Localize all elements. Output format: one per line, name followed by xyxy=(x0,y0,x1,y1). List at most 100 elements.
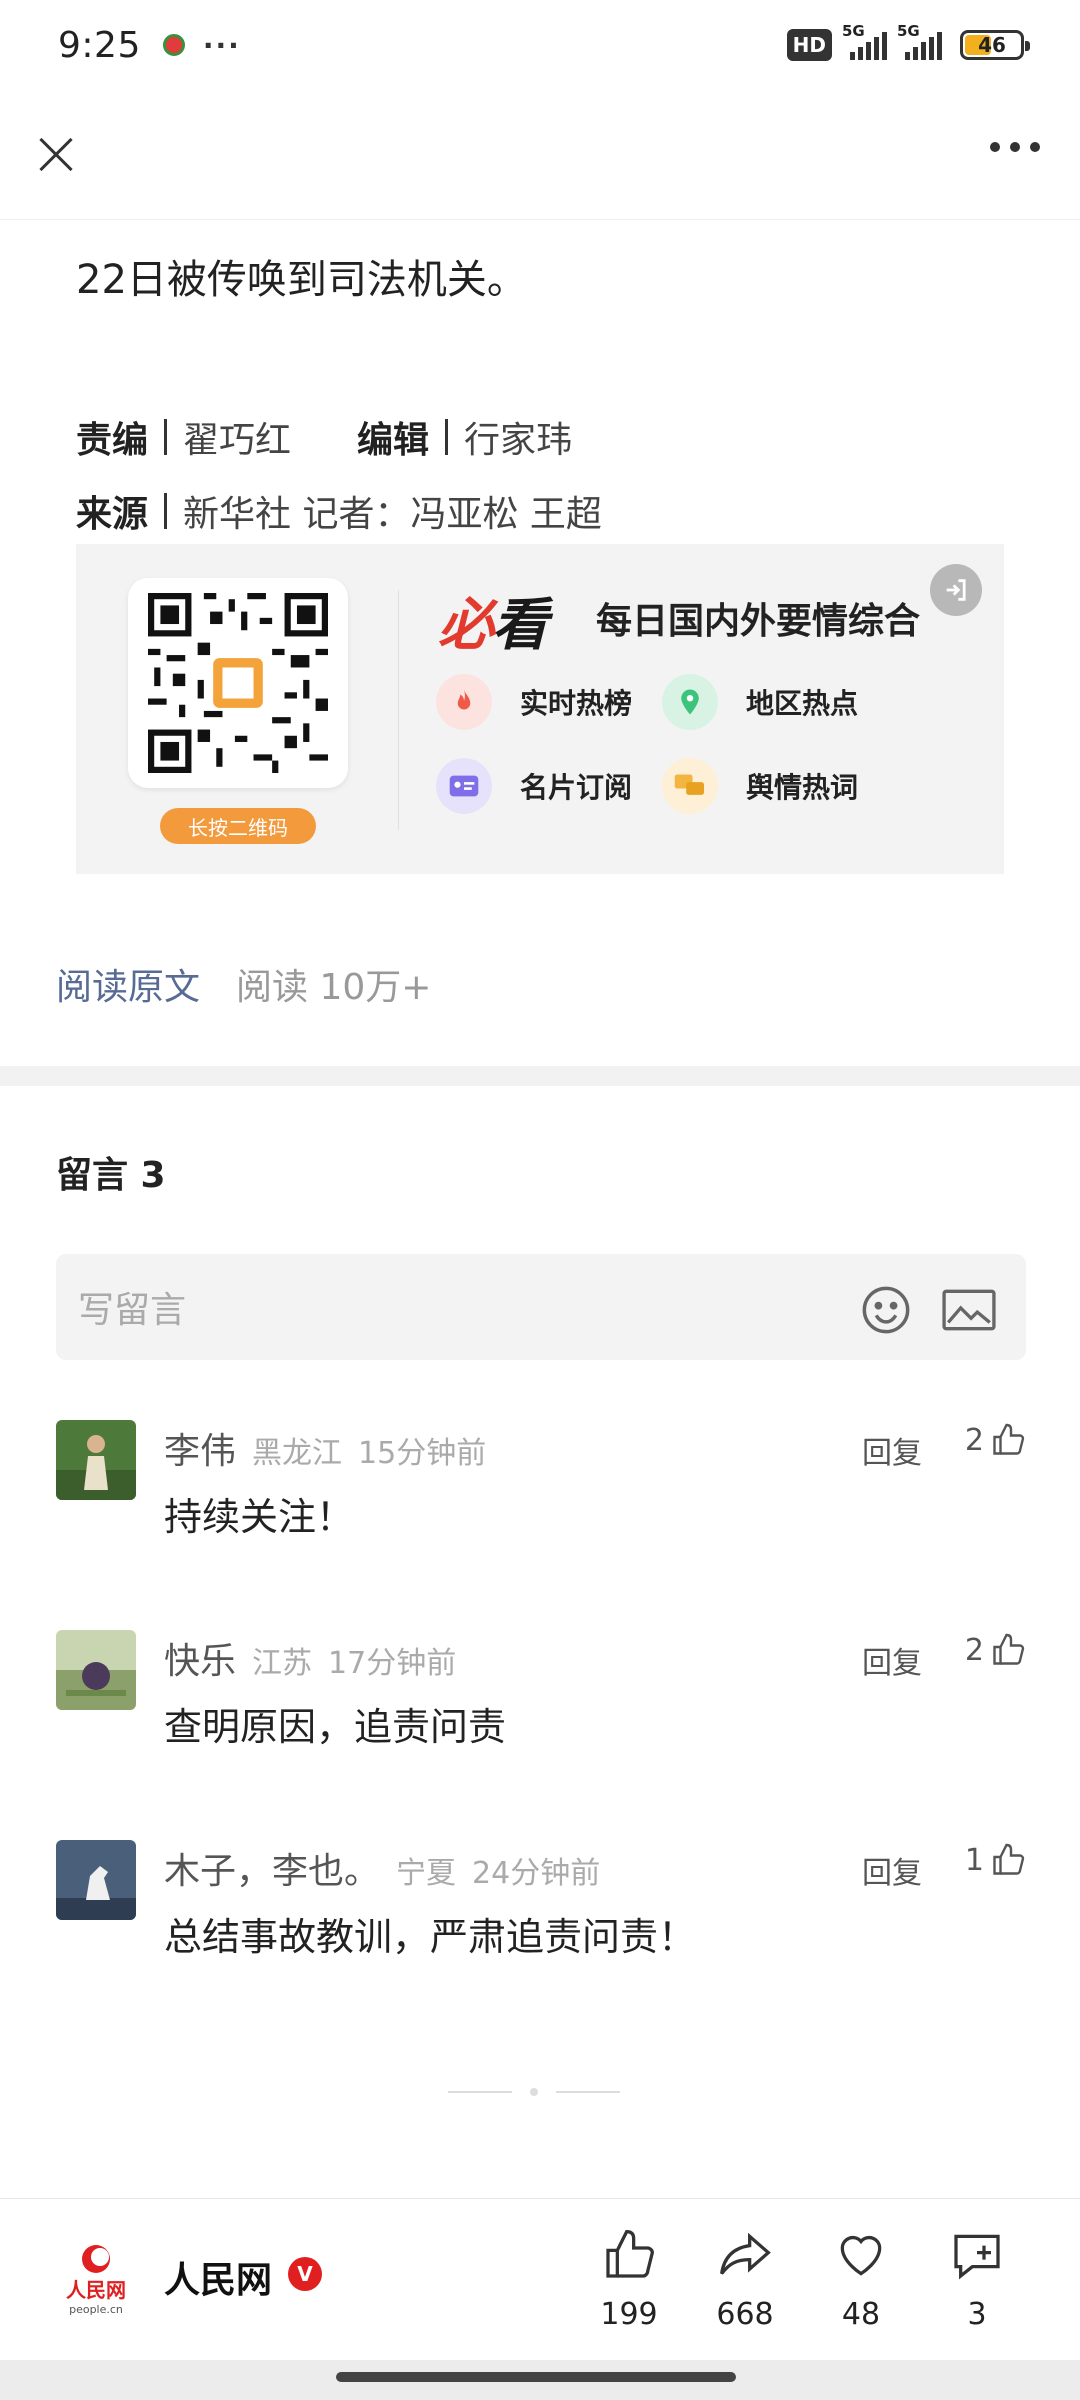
like-button[interactable]: 199 xyxy=(584,2227,674,2332)
thumbs-up-icon xyxy=(993,1843,1025,1875)
signal-icon-2: 5G xyxy=(897,22,942,60)
signal-icon-1: 5G xyxy=(842,22,887,60)
thumbs-up-icon xyxy=(993,1633,1025,1665)
share-button[interactable]: 668 xyxy=(700,2227,790,2332)
read-original-link[interactable]: 阅读原文 xyxy=(56,958,200,1010)
editor-label: 责编 xyxy=(76,420,149,461)
avatar[interactable] xyxy=(56,1840,136,1920)
app-notification-icon xyxy=(162,34,185,56)
comment-item: 木子，李也。 宁夏 24分钟前 总结事故教训，严肃追责问责！ 回复 1 xyxy=(56,1840,1026,1990)
feature-public-opinion[interactable]: 舆情热词 xyxy=(662,758,858,814)
article-body: 22日被传唤到司法机关。 责编 翟巧红 编辑 行家玮 来源 新华社 记者：冯亚松… xyxy=(76,220,1006,548)
comment-header: 李伟 黑龙江 15分钟前 xyxy=(164,1422,486,1474)
emoji-icon[interactable] xyxy=(860,1284,912,1336)
avatar[interactable] xyxy=(56,1420,136,1500)
comment-like-button[interactable]: 2 xyxy=(965,1632,1026,1668)
credit-row-editors: 责编 翟巧红 编辑 行家玮 xyxy=(76,400,1006,474)
article-paragraph: 22日被传唤到司法机关。 xyxy=(76,257,527,303)
promo-card[interactable]: 长按二维码 必看 每日国内外要情综合 实时热榜 地区热点 名片订阅 舆情热词 xyxy=(76,544,1004,874)
chat-bubbles-icon xyxy=(662,758,718,814)
promo-title: 每日国内外要情综合 xyxy=(596,601,921,642)
comment-author[interactable]: 李伟 xyxy=(164,1422,236,1474)
hd-voice-icon: HD xyxy=(786,29,832,61)
status-bar: 9:25 ··· HD 5G 5G 46 xyxy=(0,0,1080,90)
comment-time: 17分钟前 xyxy=(328,1646,457,1681)
comments-title: 留言 3 xyxy=(56,1155,166,1196)
comment-input[interactable]: 写留言 xyxy=(56,1254,1026,1360)
thumbs-up-icon xyxy=(993,1423,1025,1455)
favorite-button[interactable]: 48 xyxy=(816,2227,906,2332)
edit-label: 编辑 xyxy=(357,420,430,461)
top-nav-bar xyxy=(0,90,1080,220)
source-label: 来源 xyxy=(76,494,149,535)
like-count: 199 xyxy=(600,2297,658,2332)
fire-icon xyxy=(436,674,492,730)
feature-card-subscribe[interactable]: 名片订阅 xyxy=(436,758,632,814)
exit-icon[interactable] xyxy=(930,564,982,616)
id-card-icon xyxy=(436,758,492,814)
edit-name: 行家玮 xyxy=(464,420,573,461)
comment-like-button[interactable]: 1 xyxy=(965,1842,1026,1878)
editor-name: 翟巧红 xyxy=(183,420,292,461)
qr-long-press-button[interactable]: 长按二维码 xyxy=(160,808,316,844)
svg-text:people.cn: people.cn xyxy=(69,2303,123,2316)
comment-text: 总结事故教训，严肃追责问责！ xyxy=(164,1915,697,1959)
qr-code-image xyxy=(148,593,328,773)
image-icon[interactable] xyxy=(942,1289,996,1331)
article-credits: 责编 翟巧红 编辑 行家玮 来源 新华社 记者：冯亚松 王超 xyxy=(76,400,1006,548)
status-time: 9:25 xyxy=(58,24,141,66)
comment-region: 江苏 xyxy=(252,1646,313,1681)
location-pin-icon xyxy=(662,674,718,730)
reply-button[interactable]: 回复 xyxy=(862,1848,922,1892)
home-indicator[interactable] xyxy=(0,2360,1080,2400)
comment-count: 3 xyxy=(967,2297,987,2332)
reply-button[interactable]: 回复 xyxy=(862,1638,922,1682)
favorite-count: 48 xyxy=(841,2297,881,2332)
section-divider xyxy=(0,1066,1080,1086)
comment-header: 快乐 江苏 17分钟前 xyxy=(164,1632,456,1684)
feature-realtime-hot[interactable]: 实时热榜 xyxy=(436,674,632,730)
comment-region: 宁夏 xyxy=(396,1856,457,1891)
comment-item: 李伟 黑龙江 15分钟前 持续关注！ 回复 2 xyxy=(56,1420,1026,1570)
comment-item: 快乐 江苏 17分钟前 查明原因，追责问责 回复 2 xyxy=(56,1630,1026,1780)
battery-icon: 46 xyxy=(960,30,1030,60)
promo-divider xyxy=(398,590,399,830)
comment-author[interactable]: 木子，李也。 xyxy=(164,1842,380,1894)
comment-like-button[interactable]: 2 xyxy=(965,1422,1026,1458)
bottom-action-bar: 人民网 people.cn 人民网 V 199 668 48 3 xyxy=(0,2198,1080,2360)
feature-region-hot[interactable]: 地区热点 xyxy=(662,674,858,730)
thumbs-up-icon xyxy=(606,2230,654,2278)
comment-time: 24分钟前 xyxy=(472,1856,601,1891)
comment-header: 木子，李也。 宁夏 24分钟前 xyxy=(164,1842,600,1894)
like-count: 2 xyxy=(964,1422,984,1458)
read-count: 阅读 10万+ xyxy=(236,967,432,1008)
heart-icon xyxy=(840,2235,882,2276)
like-count: 2 xyxy=(964,1632,984,1668)
read-row: 阅读原文 阅读 10万+ xyxy=(56,958,431,1010)
account-logo[interactable]: 人民网 people.cn xyxy=(56,2237,136,2317)
comment-input-placeholder: 写留言 xyxy=(78,1290,187,1331)
credit-row-source: 来源 新华社 记者：冯亚松 王超 xyxy=(76,474,1006,548)
comment-time: 15分钟前 xyxy=(358,1436,487,1471)
close-icon[interactable] xyxy=(30,130,80,180)
verified-badge-icon: V xyxy=(288,2257,322,2291)
like-count: 1 xyxy=(964,1842,984,1878)
reply-button[interactable]: 回复 xyxy=(862,1428,922,1472)
add-comment-icon xyxy=(954,2234,1000,2280)
brand-logo: 必看 xyxy=(438,593,548,658)
avatar[interactable] xyxy=(56,1630,136,1710)
share-arrow-icon xyxy=(720,2232,771,2275)
comment-text: 查明原因，追责问责 xyxy=(164,1705,507,1749)
share-count: 668 xyxy=(716,2297,774,2332)
status-more-icon: ··· xyxy=(202,28,241,62)
svg-text:人民网: 人民网 xyxy=(66,2278,126,2302)
comment-text: 持续关注！ xyxy=(164,1495,355,1539)
end-of-list-indicator xyxy=(448,2088,620,2096)
more-options-icon[interactable] xyxy=(990,142,1040,152)
comment-region: 黑龙江 xyxy=(252,1436,343,1471)
source-value: 新华社 记者：冯亚松 王超 xyxy=(183,494,602,535)
account-name[interactable]: 人民网 xyxy=(164,2251,272,2303)
comment-author[interactable]: 快乐 xyxy=(164,1632,236,1684)
comment-button[interactable]: 3 xyxy=(932,2227,1022,2332)
qr-code[interactable] xyxy=(128,578,348,788)
